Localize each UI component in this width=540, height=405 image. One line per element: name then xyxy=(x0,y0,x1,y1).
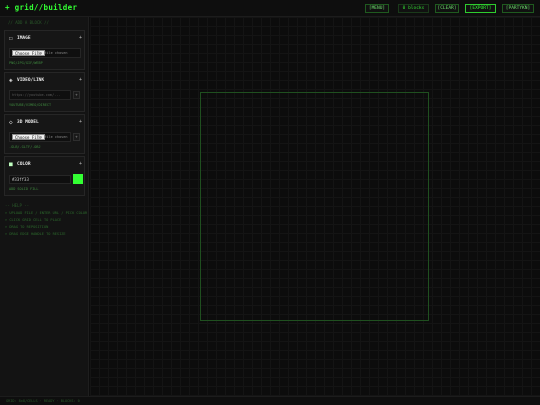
help-title: -- HELP -- xyxy=(5,203,30,208)
model-add-button[interactable]: + xyxy=(73,133,80,141)
square-icon: ☐ xyxy=(9,35,13,42)
play-diamond-icon: ◈ xyxy=(9,77,13,84)
video-panel-header: ◈ VIDEO/LINK + xyxy=(9,77,82,85)
export-button[interactable]: [EXPORT] xyxy=(465,4,496,13)
share-button[interactable]: [PARTYKN] xyxy=(502,4,534,13)
help-line: > UPLOAD FILE / ENTER URL / PICK COLOR xyxy=(5,211,88,215)
video-add-button[interactable]: + xyxy=(73,91,80,99)
color-hex-input[interactable]: #33ff33 xyxy=(9,175,71,184)
model-file-input[interactable]: Choose File No file chosen xyxy=(9,132,71,142)
image-format-hint: PNG/JPG/GIF/WEBP xyxy=(9,61,43,65)
image-file-status: No file chosen xyxy=(38,51,68,55)
image-panel-title: IMAGE xyxy=(17,36,31,41)
top-bar: + grid//builder [MENU] 0 blocks [CLEAR] … xyxy=(0,0,540,17)
model-format-hint: .GLB/.GLTF/.OBJ xyxy=(9,145,41,149)
video-format-hint: YOUTUBE/VIMEO/DIRECT xyxy=(9,103,52,107)
color-panel: ■ COLOR + #33ff33 ADD SOLID FILL xyxy=(4,156,85,196)
app-title: grid//builder xyxy=(14,3,78,12)
image-panel: ☐ IMAGE + Choose File No file chosen PNG… xyxy=(4,30,85,70)
model-file-status: No file chosen xyxy=(38,135,68,139)
model-panel: ◇ 3D MODEL + Choose File No file chosen … xyxy=(4,114,85,154)
filled-square-icon: ■ xyxy=(9,161,13,168)
help-line: > DRAG TO REPOSITION xyxy=(5,225,49,229)
help-line: > DRAG EDGE HANDLE TO RESIZE xyxy=(5,232,66,236)
video-url-input[interactable]: https://youtube.com/... xyxy=(9,90,71,100)
video-panel-title: VIDEO/LINK xyxy=(17,78,45,83)
model-add-icon[interactable]: + xyxy=(79,119,82,125)
status-bar: GRID: 8x8/CELLS · READY · BLOCKS: 0 xyxy=(0,396,540,405)
grid-board[interactable] xyxy=(200,92,429,321)
sidebar: // ADD A BLOCK // ☐ IMAGE + Choose File … xyxy=(0,17,89,396)
image-add-icon[interactable]: + xyxy=(79,35,82,41)
color-panel-title: COLOR xyxy=(17,162,31,167)
clear-button[interactable]: [CLEAR] xyxy=(435,4,459,13)
canvas-area[interactable] xyxy=(90,17,540,396)
logo-mark: + xyxy=(5,3,10,12)
color-add-icon[interactable]: + xyxy=(79,161,82,167)
status-text: GRID: 8x8/CELLS · READY · BLOCKS: 0 xyxy=(6,399,80,403)
image-panel-header: ☐ IMAGE + xyxy=(9,35,82,43)
diamond-icon: ◇ xyxy=(9,119,13,126)
model-panel-header: ◇ 3D MODEL + xyxy=(9,119,82,127)
menu-button[interactable]: [MENU] xyxy=(365,4,389,13)
image-file-input[interactable]: Choose File No file chosen xyxy=(9,48,81,58)
color-panel-header: ■ COLOR + xyxy=(9,161,82,169)
video-add-icon[interactable]: + xyxy=(79,77,82,83)
video-url-placeholder: https://youtube.com/... xyxy=(12,93,61,97)
block-counter: 0 blocks xyxy=(398,4,429,13)
video-panel: ◈ VIDEO/LINK + https://youtube.com/... +… xyxy=(4,72,85,112)
sidebar-heading: // ADD A BLOCK // xyxy=(8,20,49,25)
model-panel-title: 3D MODEL xyxy=(17,120,39,125)
help-line: > CLICK GRID CELL TO PLACE xyxy=(5,218,62,222)
color-swatch[interactable] xyxy=(73,174,83,184)
app-logo[interactable]: + grid//builder xyxy=(5,3,77,12)
color-hint: ADD SOLID FILL xyxy=(9,187,39,191)
